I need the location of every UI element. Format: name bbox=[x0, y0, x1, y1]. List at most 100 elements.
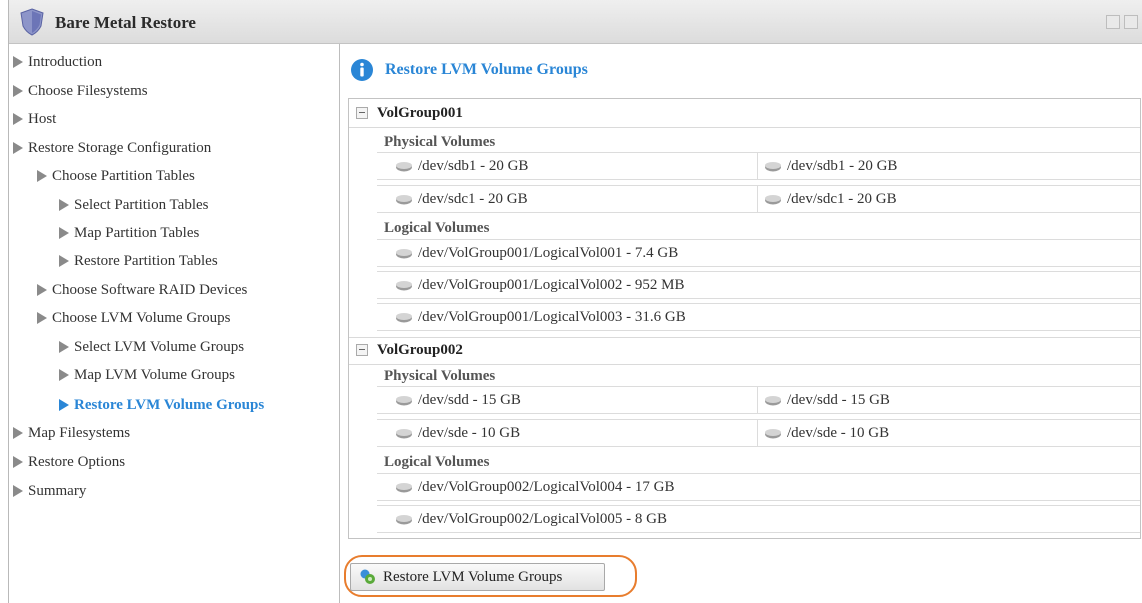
nav-restore-lvm-volume-groups[interactable]: Restore LVM Volume Groups bbox=[59, 395, 264, 415]
physical-volume-row: /dev/sde - 10 GB /dev/sde - 10 GB bbox=[377, 419, 1140, 447]
logical-volume-row: /dev/VolGroup001/LogicalVol002 - 952 MB bbox=[377, 271, 1140, 299]
logical-volumes-label: Logical Volumes bbox=[384, 220, 490, 236]
button-label: Restore LVM Volume Groups bbox=[383, 568, 563, 585]
volume-label: /dev/VolGroup001/LogicalVol003 - 31.6 GB bbox=[418, 308, 686, 325]
nav-label: Summary bbox=[28, 482, 87, 499]
maximize-button[interactable] bbox=[1106, 15, 1120, 29]
disk-icon bbox=[765, 194, 781, 204]
nav-label: Choose Partition Tables bbox=[52, 167, 195, 184]
logical-volume: /dev/VolGroup001/LogicalVol002 - 952 MB bbox=[395, 272, 1095, 298]
target-volume: /dev/sdb1 - 20 GB bbox=[757, 153, 1142, 179]
expand-arrow-icon bbox=[59, 199, 69, 211]
expand-arrow-icon bbox=[59, 255, 69, 267]
expand-arrow-icon bbox=[13, 142, 23, 154]
nav-label: Introduction bbox=[28, 53, 103, 70]
logical-volume-row: /dev/VolGroup001/LogicalVol003 - 31.6 GB bbox=[377, 303, 1140, 331]
expand-arrow-icon bbox=[59, 399, 69, 411]
disk-icon bbox=[396, 280, 412, 290]
volume-group-header[interactable]: VolGroup001 bbox=[349, 101, 1140, 128]
restore-lvm-volume-groups-button[interactable]: Restore LVM Volume Groups bbox=[350, 563, 605, 591]
close-button[interactable] bbox=[1124, 15, 1138, 29]
nav-label: Select Partition Tables bbox=[74, 196, 209, 213]
target-volume: /dev/sdd - 15 GB bbox=[757, 387, 1142, 413]
nav-label: Restore Options bbox=[28, 453, 126, 470]
nav-host[interactable]: Host bbox=[13, 109, 56, 129]
target-volume: /dev/sde - 10 GB bbox=[757, 420, 1142, 446]
expand-arrow-icon bbox=[37, 170, 47, 182]
source-volume: /dev/sdc1 - 20 GB bbox=[395, 186, 745, 212]
shield-icon bbox=[20, 8, 44, 36]
expand-arrow-icon bbox=[59, 227, 69, 239]
nav-restore-options[interactable]: Restore Options bbox=[13, 452, 125, 472]
nav-map-partition-tables[interactable]: Map Partition Tables bbox=[59, 223, 199, 243]
logical-volume: /dev/VolGroup001/LogicalVol003 - 31.6 GB bbox=[395, 304, 1095, 330]
expand-arrow-icon bbox=[13, 427, 23, 439]
physical-volumes-label: Physical Volumes bbox=[384, 134, 496, 150]
volume-groups-tree: VolGroup001 Physical Volumes /dev/sdb1 -… bbox=[348, 98, 1141, 539]
nav-label: Map Partition Tables bbox=[74, 224, 200, 241]
volume-group-header[interactable]: VolGroup002 bbox=[349, 337, 1140, 365]
nav-choose-lvm-volume-groups[interactable]: Choose LVM Volume Groups bbox=[37, 308, 231, 328]
nav-map-lvm-volume-groups[interactable]: Map LVM Volume Groups bbox=[59, 365, 235, 385]
expand-arrow-icon bbox=[59, 369, 69, 381]
nav-restore-partition-tables[interactable]: Restore Partition Tables bbox=[59, 251, 218, 271]
nav-summary[interactable]: Summary bbox=[13, 481, 86, 501]
wizard-navigation: Introduction Choose Filesystems Host Res… bbox=[9, 44, 340, 603]
volume-label: /dev/sde - 10 GB bbox=[787, 424, 890, 441]
volume-group-name: VolGroup001 bbox=[377, 105, 463, 121]
restore-icon bbox=[360, 569, 375, 584]
nav-choose-partition-tables[interactable]: Choose Partition Tables bbox=[37, 166, 195, 186]
nav-select-lvm-volume-groups[interactable]: Select LVM Volume Groups bbox=[59, 337, 244, 357]
logical-volume: /dev/VolGroup002/LogicalVol004 - 17 GB bbox=[395, 474, 1095, 500]
nav-choose-software-raid-devices[interactable]: Choose Software RAID Devices bbox=[37, 280, 247, 300]
physical-volume-row: /dev/sdd - 15 GB /dev/sdd - 15 GB bbox=[377, 386, 1140, 414]
expand-arrow-icon bbox=[13, 113, 23, 125]
volume-label: /dev/VolGroup002/LogicalVol004 - 17 GB bbox=[418, 478, 675, 495]
physical-volume-row: /dev/sdc1 - 20 GB /dev/sdc1 - 20 GB bbox=[377, 185, 1140, 213]
app-title: Bare Metal Restore bbox=[55, 13, 196, 32]
nav-introduction[interactable]: Introduction bbox=[13, 52, 102, 72]
source-volume: /dev/sdd - 15 GB bbox=[395, 387, 745, 413]
nav-label: Restore Storage Configuration bbox=[28, 139, 212, 156]
expand-arrow-icon bbox=[37, 284, 47, 296]
app-window: Bare Metal Restore Introduction Choose F… bbox=[8, 0, 1142, 603]
source-volume: /dev/sde - 10 GB bbox=[395, 420, 745, 446]
nav-label: Restore Partition Tables bbox=[74, 252, 218, 269]
volume-label: /dev/sde - 10 GB bbox=[418, 424, 521, 441]
expand-arrow-icon bbox=[13, 56, 23, 68]
main-content: Restore LVM Volume Groups VolGroup001 Ph… bbox=[340, 44, 1142, 603]
disk-icon bbox=[765, 395, 781, 405]
logical-volume: /dev/VolGroup002/LogicalVol005 - 8 GB bbox=[395, 506, 1095, 532]
volume-label: /dev/sdb1 - 20 GB bbox=[787, 157, 898, 174]
volume-group-name: VolGroup002 bbox=[377, 342, 463, 358]
disk-icon bbox=[396, 395, 412, 405]
volume-label: /dev/sdd - 15 GB bbox=[787, 391, 890, 408]
collapse-icon[interactable] bbox=[356, 344, 368, 356]
expand-arrow-icon bbox=[13, 456, 23, 468]
nav-choose-filesystems[interactable]: Choose Filesystems bbox=[13, 81, 148, 101]
expand-arrow-icon bbox=[13, 485, 23, 497]
nav-select-partition-tables[interactable]: Select Partition Tables bbox=[59, 195, 208, 215]
source-volume: /dev/sdb1 - 20 GB bbox=[395, 153, 745, 179]
logical-volume: /dev/VolGroup001/LogicalVol001 - 7.4 GB bbox=[395, 240, 1095, 266]
nav-label: Choose LVM Volume Groups bbox=[52, 309, 231, 326]
target-volume: /dev/sdc1 - 20 GB bbox=[757, 186, 1142, 212]
volume-label: /dev/sdd - 15 GB bbox=[418, 391, 521, 408]
volume-label: /dev/sdc1 - 20 GB bbox=[787, 190, 897, 207]
volume-label: /dev/VolGroup002/LogicalVol005 - 8 GB bbox=[418, 510, 668, 527]
nav-restore-storage-configuration[interactable]: Restore Storage Configuration bbox=[13, 138, 211, 158]
logical-volume-row: /dev/VolGroup002/LogicalVol005 - 8 GB bbox=[377, 505, 1140, 533]
expand-arrow-icon bbox=[37, 312, 47, 324]
disk-icon bbox=[396, 312, 412, 322]
disk-icon bbox=[396, 482, 412, 492]
disk-icon bbox=[396, 194, 412, 204]
expand-arrow-icon bbox=[13, 85, 23, 97]
physical-volume-row: /dev/sdb1 - 20 GB /dev/sdb1 - 20 GB bbox=[377, 152, 1140, 180]
disk-icon bbox=[396, 514, 412, 524]
volume-label: /dev/sdb1 - 20 GB bbox=[418, 157, 529, 174]
volume-label: /dev/VolGroup001/LogicalVol001 - 7.4 GB bbox=[418, 244, 679, 261]
title-bar: Bare Metal Restore bbox=[9, 0, 1142, 44]
info-icon bbox=[351, 59, 373, 81]
nav-map-filesystems[interactable]: Map Filesystems bbox=[13, 423, 130, 443]
collapse-icon[interactable] bbox=[356, 107, 368, 119]
